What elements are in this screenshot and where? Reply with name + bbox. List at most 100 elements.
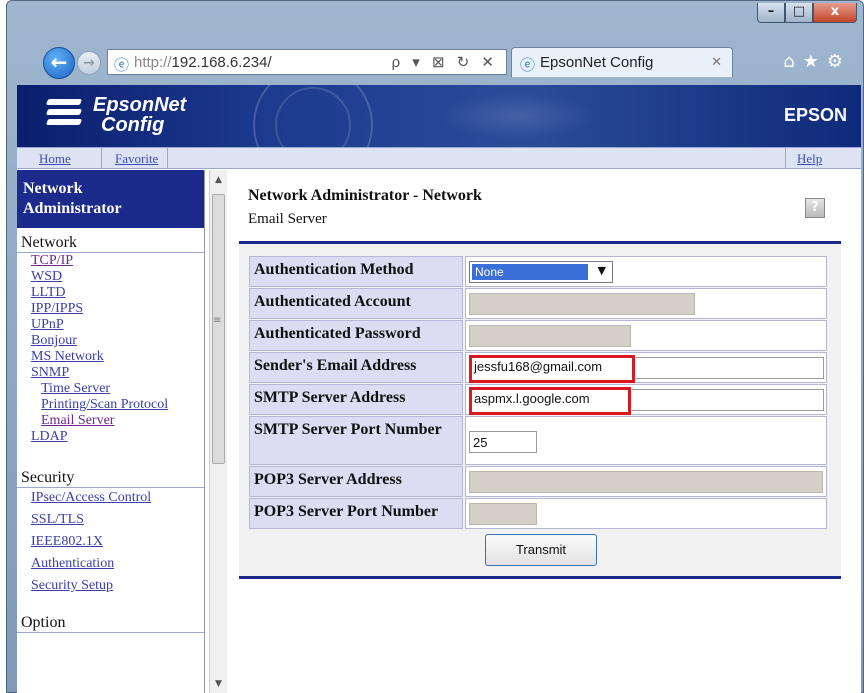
link-separator [785,148,786,169]
network-sublinks: Time Server Printing/Scan Protocol Email… [17,381,204,429]
sidebar-item-ssl-tls[interactable]: SSL/TLS [31,512,204,528]
field-cell: None ▼ [465,256,827,287]
field-label: Authenticated Password [249,320,463,351]
sidebar-item-ipp[interactable]: IPP/IPPS [31,301,204,317]
minimize-button[interactable]: – [757,3,785,23]
page-viewport: EpsonNet Config EPSON Home Favorite Help… [17,85,861,693]
epson-logo: EPSON [783,105,847,125]
field-label: SMTP Server Port Number [249,416,463,465]
epsonnet-logo-icon [45,99,83,133]
authenticated-password-input[interactable] [469,325,631,347]
field-cell: 25 [465,416,827,465]
row-authentication-method: Authentication Method None ▼ [249,256,827,287]
sidebar-item-ldap[interactable]: LDAP [31,429,204,445]
sidebar-category-security: Security [17,469,204,488]
sidebar-heading: Network Administrator [17,170,204,228]
row-smtp-server: SMTP Server Address aspmx.l.google.com [249,384,827,415]
browser-toolbar: ← → ⓔ http://192.168.6.234/ ρ ▾ ⊠ ↻ ✕ ⓔ … [7,39,863,83]
page-subtitle: Email Server [248,211,327,227]
scroll-grip-icon: ≡ [213,315,222,326]
address-tools-icon[interactable]: ρ ▾ ⊠ ↻ ✕ [392,53,498,71]
smtp-port-input[interactable]: 25 [469,431,537,453]
home-link[interactable]: Home [39,151,71,167]
authentication-method-select[interactable]: None ▼ [469,261,613,283]
sidebar-item-security-setup[interactable]: Security Setup [31,578,204,594]
link-separator [101,148,102,169]
tab-title: EpsonNet Config [540,54,654,71]
back-arrow-icon[interactable]: ← [43,47,75,79]
scroll-up-icon[interactable]: ▲ [210,172,227,188]
row-pop3-port: POP3 Server Port Number [249,498,827,529]
home-star-gear-icons[interactable]: ⌂★⚙ [783,51,851,72]
sidebar-item-ieee8021x[interactable]: IEEE802.1X [31,534,204,550]
ie-page-icon: ⓔ [114,57,130,74]
sidebar-item-ms-network[interactable]: MS Network [31,349,204,365]
tab-ie-icon: ⓔ [520,57,536,74]
sidebar-item-tcpip[interactable]: TCP/IP [31,253,204,269]
field-cell [465,498,827,529]
security-links: IPsec/Access Control SSL/TLS IEEE802.1X … [17,490,204,594]
pop3-port-input[interactable] [469,503,537,525]
sidebar-item-upnp[interactable]: UPnP [31,317,204,333]
sidebar: Network Administrator Network TCP/IP WSD… [17,170,205,693]
sidebar-item-ipsec[interactable]: IPsec/Access Control [31,490,204,506]
field-label: SMTP Server Address [249,384,463,415]
smtp-server-input[interactable]: aspmx.l.google.com [469,387,631,415]
forward-arrow-icon[interactable]: → [77,51,101,75]
tab-close-icon[interactable]: ✕ [711,54,722,70]
epsonnet-banner: EpsonNet Config EPSON [17,85,861,185]
sidebar-scrollbar[interactable]: ▲ ≡ ▼ [209,170,227,693]
network-links-tail: LDAP [17,429,204,445]
field-label: Authenticated Account [249,288,463,319]
email-server-panel: Authentication Method None ▼ Authenticat… [239,241,841,579]
field-cell: aspmx.l.google.com [465,384,827,415]
browser-tab[interactable]: ⓔ EpsonNet Config ✕ [511,47,733,77]
network-links: TCP/IP WSD LLTD IPP/IPPS UPnP Bonjour MS… [17,253,204,381]
row-authenticated-account: Authenticated Account [249,288,827,319]
help-question-icon[interactable]: ? [805,198,825,218]
browser-window: – □ x ← → ⓔ http://192.168.6.234/ ρ ▾ ⊠ … [6,0,864,693]
maximize-button[interactable]: □ [785,3,813,23]
sidebar-category-network: Network [17,234,204,253]
smtp-server-input-extent [632,389,824,411]
title-bar: – □ x [7,1,863,35]
help-link[interactable]: Help [797,151,822,167]
pop3-server-input[interactable] [469,471,823,493]
sidebar-category-option: Option [17,614,204,633]
row-pop3-server: POP3 Server Address [249,466,827,497]
scroll-down-icon[interactable]: ▼ [210,676,227,692]
field-cell [465,466,827,497]
sidebar-item-authentication[interactable]: Authentication [31,556,204,572]
authenticated-account-input[interactable] [469,293,695,315]
selected-option: None [472,264,588,280]
sidebar-item-printing-scan[interactable]: Printing/Scan Protocol [41,397,204,413]
scroll-thumb[interactable] [212,194,225,464]
link-bar: Home Favorite Help [17,147,861,169]
row-smtp-port: SMTP Server Port Number 25 [249,416,827,465]
field-cell [465,288,827,319]
sidebar-item-snmp[interactable]: SNMP [31,365,204,381]
dropdown-arrow-icon[interactable]: ▼ [598,264,606,277]
sender-email-input[interactable]: jessfu168@gmail.com [469,355,635,383]
sidebar-item-time-server[interactable]: Time Server [41,381,204,397]
close-button[interactable]: x [813,3,857,23]
row-sender-email: Sender's Email Address jessfu168@gmail.c… [249,352,827,383]
sender-email-input-extent [636,357,824,379]
field-cell [465,320,827,351]
favorite-link[interactable]: Favorite [115,151,158,167]
address-url: http://192.168.6.234/ [134,54,272,71]
field-label: Sender's Email Address [249,352,463,383]
sidebar-item-bonjour[interactable]: Bonjour [31,333,204,349]
sidebar-item-email-server[interactable]: Email Server [41,413,204,429]
address-bar[interactable]: ⓔ http://192.168.6.234/ ρ ▾ ⊠ ↻ ✕ [107,49,507,75]
page-title: Network Administrator - Network [248,187,482,204]
transmit-button[interactable]: Transmit [485,534,597,566]
field-label: POP3 Server Address [249,466,463,497]
window-controls: – □ x [757,3,857,23]
epsonnet-config-title: EpsonNet Config [93,94,187,136]
main-content: Network Administrator - Network Email Se… [229,170,861,693]
map-decoration [437,93,597,139]
sidebar-item-lltd[interactable]: LLTD [31,285,204,301]
field-label: Authentication Method [249,256,463,287]
sidebar-item-wsd[interactable]: WSD [31,269,204,285]
